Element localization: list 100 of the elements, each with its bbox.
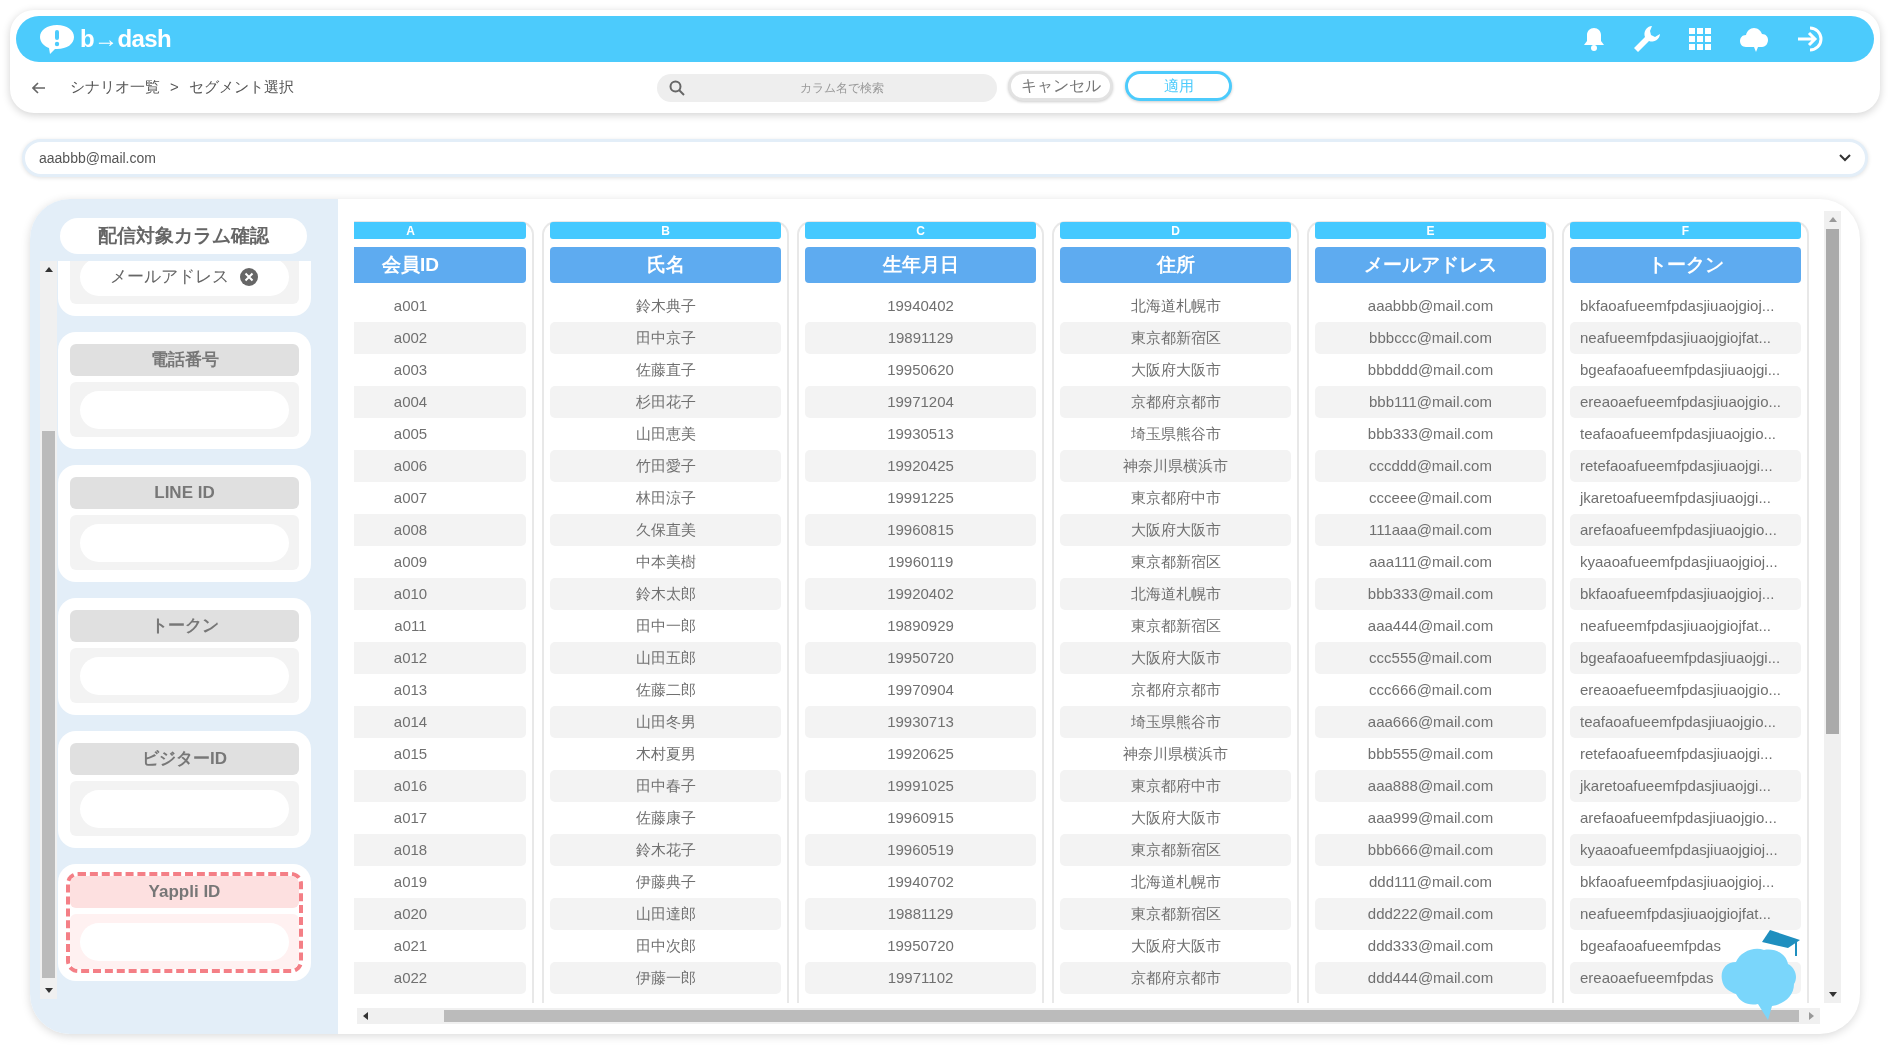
- table-cell: arefaoafueemfpdasjiuaojgio...: [1570, 514, 1801, 546]
- cloud-icon[interactable]: [1738, 25, 1770, 53]
- table-cell-text: 佐藤二郎: [634, 679, 697, 700]
- table-cell-text: 19930513: [886, 423, 955, 444]
- select-value: aaabbb@mail.com: [39, 148, 157, 168]
- down-arrow-icon[interactable]: [44, 988, 53, 993]
- table-cell-text: 田中次郎: [634, 935, 697, 956]
- bell-icon[interactable]: [1582, 26, 1606, 52]
- table-cell-text: jkaretoafueemfpdasjiuaojgi...: [1578, 487, 1772, 508]
- column-letter[interactable]: E: [1315, 222, 1546, 239]
- table-cell: ddd444@mail.com: [1315, 962, 1546, 994]
- table-cell-text: aaa999@mail.com: [1366, 807, 1495, 828]
- table-cell-text: 中本美樹: [634, 551, 697, 572]
- table-cell-text: arefaoafueemfpdasjiuaojgio...: [1579, 807, 1778, 828]
- table-cell: 山田五郎: [550, 642, 781, 674]
- table-cell-text: kyaaoafueemfpdasjiuaojgioj...: [1579, 551, 1779, 572]
- table-cell: 東京都新宿区: [1060, 322, 1291, 354]
- breadcrumb-link[interactable]: シナリオ一覧: [70, 76, 160, 99]
- table-cell-text: ccc666@mail.com: [1368, 679, 1493, 700]
- remove-icon[interactable]: [239, 266, 259, 287]
- table-cell-text: bbbddd@mail.com: [1366, 359, 1495, 380]
- slot-label: LINE ID: [70, 477, 299, 509]
- column-header[interactable]: 住所: [1060, 247, 1291, 283]
- table-cell: 鈴木花子: [550, 834, 781, 866]
- table-cell: 大阪府大阪市: [1060, 642, 1291, 674]
- table-cell: 111aaa@mail.com: [1315, 514, 1546, 546]
- table-cell: 19920425: [805, 450, 1036, 482]
- column-letter[interactable]: D: [1060, 222, 1291, 239]
- scrollbar[interactable]: [40, 261, 57, 999]
- slot-value: メールアドレス: [110, 265, 229, 288]
- table-cell-text: 東京都新宿区: [1129, 551, 1222, 572]
- down-arrow-icon[interactable]: [1828, 992, 1837, 997]
- breadcrumb-separator: >: [170, 77, 179, 98]
- table-cell-text: bkfaoafueemfpdasjiuaojgioj...: [1579, 871, 1776, 892]
- table-cell: a020: [354, 898, 526, 930]
- table-cell-text: teafaoafueemfpdasjiuaojgio...: [1579, 423, 1777, 444]
- table-cell-text: a009: [392, 551, 429, 572]
- table-cell-text: a021: [392, 935, 429, 956]
- table-cell: 19960815: [805, 514, 1036, 546]
- table-cell-text: ccceee@mail.com: [1368, 487, 1493, 508]
- table-cell: neafueemfpdasjiuaojgiojfat...: [1570, 322, 1801, 354]
- table-cell: ddd222@mail.com: [1315, 898, 1546, 930]
- right-arrow-icon[interactable]: [1809, 1012, 1814, 1020]
- table-cell-text: 東京都新宿区: [1129, 615, 1222, 636]
- table-cell: 19950720: [805, 642, 1036, 674]
- table-cell: 京都府京都市: [1060, 962, 1291, 994]
- breadcrumb-link[interactable]: セグメント選択: [188, 76, 294, 99]
- table-cell: 山田冬男: [550, 706, 781, 738]
- column-header[interactable]: 生年月日: [805, 247, 1036, 283]
- scrollbar[interactable]: [357, 1008, 1820, 1024]
- table-cell: 埼玉県熊谷市: [1060, 706, 1291, 738]
- table-cell: 大阪府大阪市: [1060, 514, 1291, 546]
- table-cell: 東京都新宿区: [1060, 898, 1291, 930]
- wrench-icon[interactable]: [1632, 24, 1662, 54]
- up-arrow-icon[interactable]: [44, 267, 53, 272]
- table-cell-text: 伊藤典子: [634, 871, 697, 892]
- table-cell: a002: [354, 322, 526, 354]
- table-cell: 田中京子: [550, 322, 781, 354]
- scrollbar-thumb[interactable]: [444, 1010, 1799, 1022]
- table-cell: kyaaoafueemfpdasjiuaojgioj...: [1570, 834, 1801, 866]
- column-header[interactable]: 氏名: [550, 247, 781, 283]
- table-cell-text: bbb333@mail.com: [1366, 423, 1495, 444]
- column-letter[interactable]: A: [354, 222, 526, 239]
- table-cell: a004: [354, 386, 526, 418]
- column-header[interactable]: メールアドレス: [1315, 247, 1546, 283]
- table-cell: a008: [354, 514, 526, 546]
- table-cell: a010: [354, 578, 526, 610]
- apply-button[interactable]: 適用: [1125, 71, 1232, 101]
- table-cell: 田中春子: [550, 770, 781, 802]
- table-cell: a018: [354, 834, 526, 866]
- column-header[interactable]: トークン: [1570, 247, 1801, 283]
- column-letter[interactable]: B: [550, 222, 781, 239]
- table-cell-text: 京都府京都市: [1129, 679, 1222, 700]
- left-arrow-icon[interactable]: [363, 1012, 368, 1020]
- drop-field[interactable]: メールアドレス: [80, 261, 289, 296]
- scrollbar[interactable]: [1824, 211, 1841, 1003]
- table-cell: aaa666@mail.com: [1315, 706, 1546, 738]
- column-letter[interactable]: F: [1570, 222, 1801, 239]
- table-cell-text: a015: [392, 743, 429, 764]
- column-header[interactable]: 会員ID: [354, 247, 526, 283]
- table-cell-text: 大阪府大阪市: [1129, 935, 1222, 956]
- scrollbar-thumb[interactable]: [42, 431, 55, 978]
- table-cell-text: 大阪府大阪市: [1129, 807, 1222, 828]
- table-cell-text: aaabbb@mail.com: [1366, 295, 1495, 316]
- table-cell: bgeafaoafueemfpdasjiuaojgi...: [1570, 642, 1801, 674]
- email-select[interactable]: aaabbb@mail.com: [22, 139, 1868, 177]
- scrollbar-thumb[interactable]: [1826, 229, 1839, 734]
- chevron-icon: [1839, 154, 1851, 162]
- grid-icon[interactable]: [1688, 27, 1712, 51]
- table-cell-text: 19890929: [886, 615, 955, 636]
- table-cell-text: retefaoafueemfpdasjiuaojgi...: [1579, 743, 1774, 764]
- back-arrow-icon[interactable]: [32, 81, 46, 94]
- table-cell: 東京都府中市: [1060, 770, 1291, 802]
- table-cell: 東京都新宿区: [1060, 834, 1291, 866]
- table-cell: 竹田愛子: [550, 450, 781, 482]
- table-cell: 19991025: [805, 770, 1036, 802]
- cancel-button[interactable]: キャンセル: [1008, 71, 1113, 101]
- table-cell-text: 北海道札幌市: [1129, 295, 1222, 316]
- search-field[interactable]: カラム名で検索: [657, 74, 997, 102]
- column-letter[interactable]: C: [805, 222, 1036, 239]
